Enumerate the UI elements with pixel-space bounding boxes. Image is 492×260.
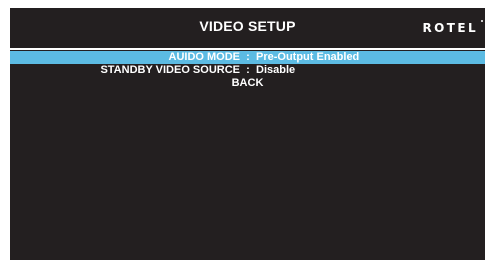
page-title: VIDEO SETUP	[199, 18, 296, 34]
menu-item-back[interactable]: BACK	[10, 77, 485, 90]
brand-logo: ROTEL	[422, 21, 478, 35]
osd-screen: VIDEO SETUP ROTEL AUIDO MODE : Pre-Outpu…	[10, 8, 485, 260]
menu-item-value: Pre-Output Enabled	[256, 51, 360, 63]
menu-item-label: BACK	[231, 77, 264, 89]
header-divider	[10, 48, 485, 50]
setup-menu: AUIDO MODE : Pre-Output Enabled STANDBY …	[10, 51, 485, 90]
menu-item-label: AUIDO MODE	[168, 51, 241, 63]
logo-mark-icon	[481, 20, 483, 22]
menu-item-value: Disable	[256, 64, 296, 76]
menu-item-standby-video-source[interactable]: STANDBY VIDEO SOURCE : Disable	[10, 64, 485, 77]
menu-item-separator: :	[246, 51, 250, 63]
menu-item-label: STANDBY VIDEO SOURCE	[100, 64, 240, 76]
menu-item-separator: :	[246, 64, 250, 76]
menu-item-audio-mode[interactable]: AUIDO MODE : Pre-Output Enabled	[10, 51, 485, 64]
osd-header: VIDEO SETUP ROTEL	[10, 8, 485, 48]
